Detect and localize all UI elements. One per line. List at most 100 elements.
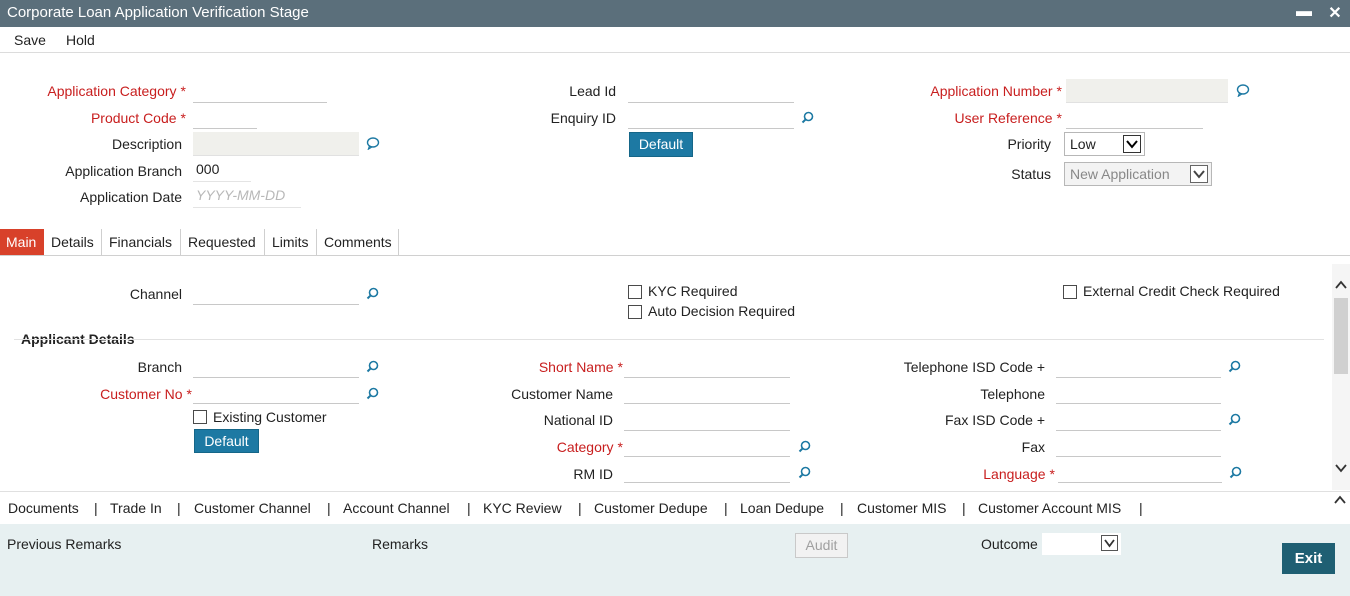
telephone-input[interactable]: [1056, 383, 1221, 404]
short-name-input[interactable]: [624, 357, 790, 378]
fax-isd-input[interactable]: [1056, 410, 1221, 431]
audit-button[interactable]: Audit: [795, 533, 848, 558]
tab-details[interactable]: Details: [45, 229, 102, 255]
status-value: New Application: [1070, 166, 1170, 182]
link-separator: |: [962, 500, 966, 516]
priority-select[interactable]: Low: [1064, 132, 1145, 156]
search-icon[interactable]: [798, 466, 811, 479]
kyc-required-checkbox[interactable]: [628, 285, 642, 299]
fax-isd-label: Fax ISD Code +: [945, 412, 1045, 428]
hold-menu-item[interactable]: Hold: [66, 32, 95, 48]
outcome-select[interactable]: [1042, 533, 1121, 555]
link-customer-account-mis[interactable]: Customer Account MIS: [978, 500, 1121, 516]
external-credit-check-label: External Credit Check Required: [1083, 283, 1280, 299]
application-date-input[interactable]: YYYY-MM-DD: [193, 185, 301, 208]
link-separator: |: [1139, 500, 1143, 516]
enquiry-id-input[interactable]: [628, 108, 794, 129]
external-credit-check-checkbox[interactable]: [1063, 285, 1077, 299]
link-separator: |: [177, 500, 181, 516]
channel-input[interactable]: [193, 284, 359, 305]
search-icon[interactable]: [366, 287, 379, 300]
collapse-up-icon[interactable]: [1333, 494, 1347, 506]
telephone-label: Telephone: [980, 386, 1045, 402]
link-separator: |: [94, 500, 98, 516]
search-icon[interactable]: [1228, 413, 1241, 426]
remarks-link[interactable]: Remarks: [372, 536, 428, 552]
outcome-label: Outcome: [981, 536, 1038, 552]
search-icon[interactable]: [1228, 360, 1241, 373]
existing-customer-label: Existing Customer: [213, 409, 327, 425]
tab-requested[interactable]: Requested: [182, 229, 265, 255]
priority-value: Low: [1070, 136, 1096, 152]
category-label: Category *: [556, 439, 623, 455]
close-icon[interactable]: ✕: [1326, 3, 1344, 23]
link-account-channel[interactable]: Account Channel: [343, 500, 450, 516]
link-documents[interactable]: Documents: [8, 500, 79, 516]
kyc-required-label: KYC Required: [648, 283, 738, 299]
enquiry-id-label: Enquiry ID: [550, 110, 616, 126]
scroll-up-icon[interactable]: [1334, 279, 1348, 291]
national-id-input[interactable]: [624, 410, 790, 431]
short-name-label: Short Name *: [538, 359, 623, 375]
link-trade-in[interactable]: Trade In: [110, 500, 162, 516]
previous-remarks-link[interactable]: Previous Remarks: [7, 536, 121, 552]
link-kyc-review[interactable]: KYC Review: [483, 500, 562, 516]
tab-divider: [0, 255, 1350, 256]
national-id-label: National ID: [543, 412, 613, 428]
footer-panel: Previous Remarks Remarks Audit Outcome E…: [0, 524, 1350, 596]
default-button[interactable]: Default: [629, 132, 693, 157]
telephone-isd-label: Telephone ISD Code +: [903, 359, 1045, 375]
link-loan-dedupe[interactable]: Loan Dedupe: [740, 500, 824, 516]
search-icon[interactable]: [366, 387, 379, 400]
auto-decision-checkbox[interactable]: [628, 305, 642, 319]
section-divider: [14, 339, 1324, 340]
application-category-label: Application Category *: [47, 83, 186, 99]
link-customer-dedupe[interactable]: Customer Dedupe: [594, 500, 708, 516]
auto-decision-label: Auto Decision Required: [648, 303, 796, 319]
scrollbar-thumb[interactable]: [1334, 298, 1348, 374]
lead-id-input[interactable]: [628, 82, 794, 103]
status-select: New Application: [1064, 162, 1212, 186]
save-menu-item[interactable]: Save: [14, 32, 46, 48]
tab-comments[interactable]: Comments: [318, 229, 399, 255]
link-separator: |: [327, 500, 331, 516]
tab-main[interactable]: Main: [0, 229, 44, 255]
fax-input[interactable]: [1056, 436, 1221, 457]
existing-customer-checkbox[interactable]: [193, 410, 207, 424]
product-code-label: Product Code *: [90, 110, 186, 126]
tab-financials[interactable]: Financials: [103, 229, 181, 255]
comment-icon[interactable]: [1236, 84, 1250, 97]
exit-button[interactable]: Exit: [1282, 543, 1335, 574]
link-customer-mis[interactable]: Customer MIS: [857, 500, 946, 516]
user-reference-input[interactable]: [1066, 108, 1203, 129]
category-input[interactable]: [624, 436, 790, 457]
comment-icon[interactable]: [366, 137, 380, 150]
search-icon[interactable]: [366, 360, 379, 373]
customer-no-input[interactable]: [193, 383, 359, 404]
rm-id-input[interactable]: [624, 462, 790, 483]
application-number-input: [1066, 79, 1228, 103]
window-title: Corporate Loan Application Verification …: [7, 4, 309, 21]
minimize-icon[interactable]: ▬: [1295, 3, 1313, 21]
scroll-down-icon[interactable]: [1334, 462, 1348, 474]
telephone-isd-input[interactable]: [1056, 357, 1221, 378]
customer-name-input[interactable]: [624, 383, 790, 404]
chevron-down-icon: [1123, 135, 1141, 153]
search-icon[interactable]: [798, 440, 811, 453]
subsystem-link-bar: Documents | Trade In | Customer Channel …: [0, 491, 1350, 523]
application-category-input[interactable]: [193, 82, 327, 103]
application-branch-input[interactable]: 000: [193, 159, 251, 182]
tab-limits[interactable]: Limits: [266, 229, 317, 255]
description-input: [193, 132, 359, 156]
rm-id-label: RM ID: [573, 466, 613, 482]
product-code-input[interactable]: [193, 108, 257, 129]
language-input[interactable]: [1058, 462, 1222, 483]
branch-input[interactable]: [193, 357, 359, 378]
link-separator: |: [840, 500, 844, 516]
priority-label: Priority: [1007, 136, 1051, 152]
link-customer-channel[interactable]: Customer Channel: [194, 500, 311, 516]
applicant-default-button[interactable]: Default: [194, 429, 259, 453]
search-icon[interactable]: [1229, 466, 1242, 479]
lead-id-label: Lead Id: [569, 83, 616, 99]
search-icon[interactable]: [801, 111, 814, 124]
